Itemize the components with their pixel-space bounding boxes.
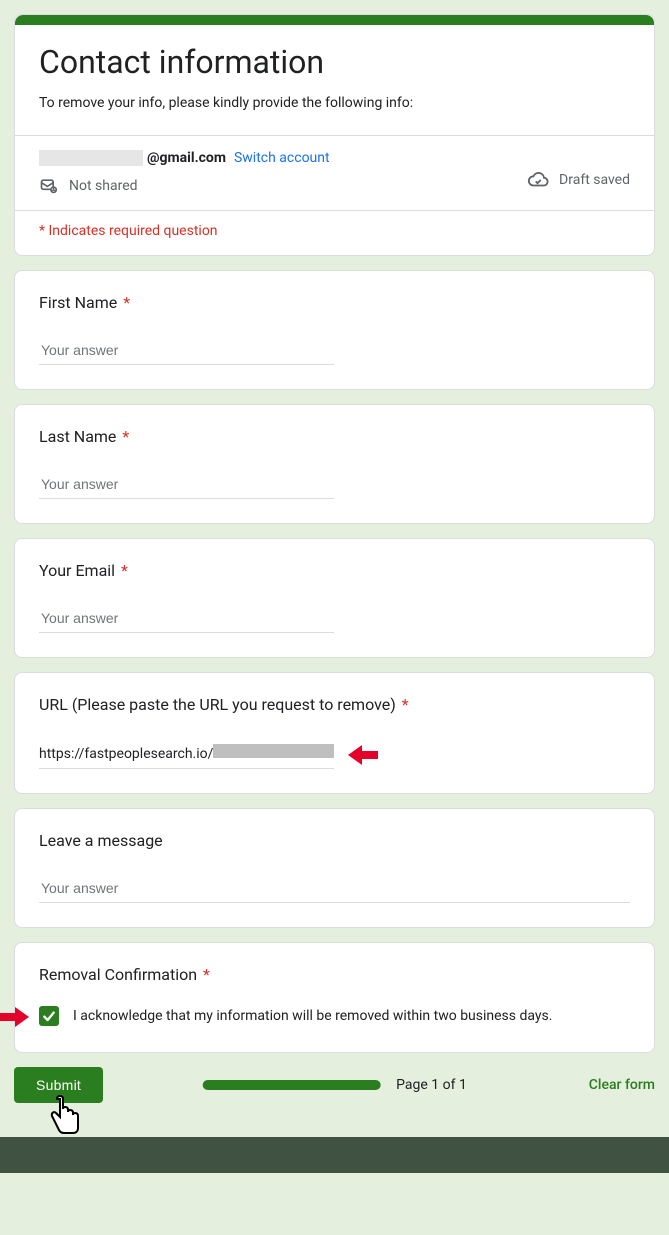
not-shared-icon: [39, 176, 59, 196]
url-input[interactable]: https://fastpeoplesearch.io/: [39, 740, 334, 769]
draft-saved-label: Draft saved: [559, 172, 630, 188]
url-value-redacted: [213, 744, 334, 758]
required-indicator-note: * Indicates required question: [15, 211, 654, 255]
not-shared-label: Not shared: [69, 178, 138, 194]
form-header-card: Contact information To remove your info,…: [14, 14, 655, 256]
question-last-name: Last Name *: [14, 404, 655, 524]
page-indicator: Page 1 of 1: [396, 1077, 467, 1093]
first-name-label: First Name: [39, 293, 117, 312]
email-label: Your Email: [39, 561, 115, 580]
annotation-arrow-right-icon: [0, 1010, 29, 1024]
accent-bar: [15, 15, 654, 25]
confirmation-checkbox[interactable]: [39, 1006, 59, 1026]
last-name-label: Last Name: [39, 427, 116, 446]
required-asterisk: *: [402, 695, 409, 714]
question-message: Leave a message: [14, 808, 655, 928]
account-email: @gmail.com Switch account: [39, 150, 330, 166]
cloud-saved-icon: [527, 169, 549, 191]
required-asterisk: *: [121, 561, 128, 580]
switch-account-link[interactable]: Switch account: [234, 150, 330, 166]
email-redacted: [39, 150, 143, 166]
confirmation-option-label: I acknowledge that my information will b…: [73, 1008, 552, 1024]
form-title: Contact information: [39, 43, 630, 81]
form-description: To remove your info, please kindly provi…: [39, 95, 630, 111]
url-label: URL (Please paste the URL you request to…: [39, 695, 396, 714]
last-name-input[interactable]: [39, 472, 334, 499]
question-confirmation: Removal Confirmation * I acknowledge tha…: [14, 942, 655, 1053]
url-value-visible: https://fastpeoplesearch.io/: [39, 746, 213, 762]
submit-button[interactable]: Submit: [14, 1067, 103, 1103]
message-label: Leave a message: [39, 831, 163, 850]
clear-form-link[interactable]: Clear form: [589, 1077, 655, 1093]
message-input[interactable]: [39, 876, 630, 903]
confirmation-label: Removal Confirmation: [39, 965, 197, 984]
required-asterisk: *: [123, 293, 130, 312]
first-name-input[interactable]: [39, 338, 334, 365]
required-asterisk: *: [203, 965, 210, 984]
annotation-arrow-left-icon: [348, 748, 378, 762]
question-url: URL (Please paste the URL you request to…: [14, 672, 655, 794]
question-email: Your Email *: [14, 538, 655, 658]
required-asterisk: *: [122, 427, 129, 446]
email-domain: @gmail.com: [147, 150, 226, 166]
page-footer-band: [0, 1137, 669, 1173]
form-footer: Submit Page 1 of 1 Clear form: [0, 1067, 669, 1117]
email-input[interactable]: [39, 606, 334, 633]
question-first-name: First Name *: [14, 270, 655, 390]
progress-bar: [202, 1080, 380, 1090]
